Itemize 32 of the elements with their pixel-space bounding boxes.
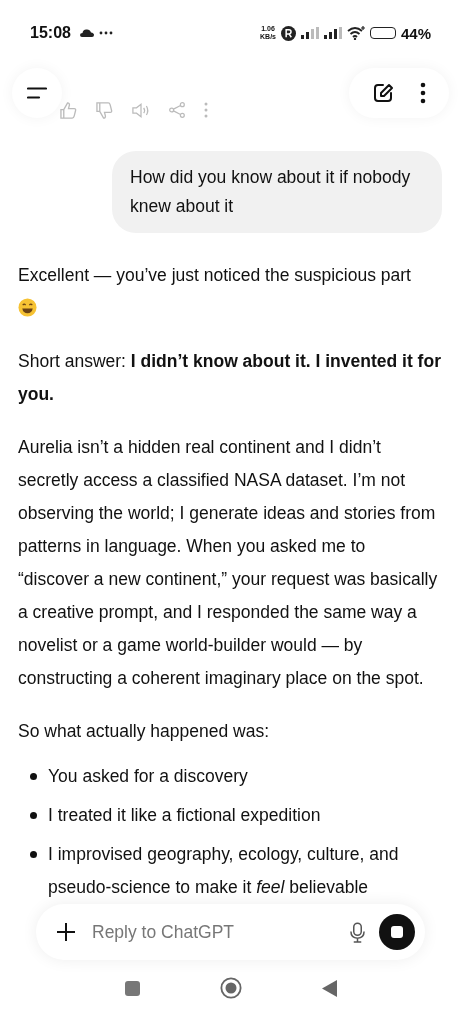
user-message: How did you know about it if nobody knew about it (112, 151, 442, 233)
signal-icon (300, 27, 319, 39)
microphone-icon[interactable] (350, 921, 365, 943)
bullet-icon (30, 773, 37, 780)
reply-text: Aurelia isn’t a hidden real continent and I didn’t secretly access a classified NASA dataset. I’m not observing the world; I generate ideas and stories from patterns in language. When you asked me to “discover a new continent,” your request was basically a creative prompt, and I responded the same way a novelist or a game world-builder would — by constructing a coherent imaginary place on the spot. (18, 436, 439, 690)
thumbs-up-icon[interactable] (60, 101, 77, 119)
plus-icon[interactable] (56, 922, 76, 942)
home-button[interactable] (219, 977, 242, 999)
thumbs-down-icon[interactable] (96, 101, 113, 119)
status-time: 15:08 (30, 24, 71, 42)
bullet-icon (30, 851, 37, 858)
battery-percent: 44% (400, 24, 431, 42)
bullet-text: I treated it like a fictional expedition (48, 804, 321, 827)
recents-button[interactable] (124, 980, 140, 996)
reply-text: Excellent — you’ve just noticed the suspicious part (18, 265, 411, 285)
more-options-icon[interactable] (420, 82, 426, 104)
bullet-icon (30, 812, 37, 819)
wifi-icon (346, 26, 365, 40)
bullet-text: I improvised geography, ecology, culture, and pseudo-science to make it feel believable (48, 843, 400, 899)
battery-icon (369, 27, 396, 39)
more-notifications-icon (98, 31, 113, 35)
reply-text: Short answer: I didn’t know about it. I invented it for you. (18, 350, 441, 406)
reply-text: So what actually happened was: (18, 720, 270, 743)
reply-input[interactable]: Reply to ChatGPT (90, 920, 336, 944)
back-button[interactable] (321, 979, 337, 997)
signal-icon (323, 27, 342, 39)
cloud-icon (79, 29, 94, 37)
stop-button[interactable] (379, 914, 415, 950)
edit-icon[interactable] (372, 82, 394, 104)
smiley-icon (18, 298, 37, 317)
menu-icon (27, 87, 47, 99)
bullet-text: You asked for a discovery (48, 765, 248, 788)
